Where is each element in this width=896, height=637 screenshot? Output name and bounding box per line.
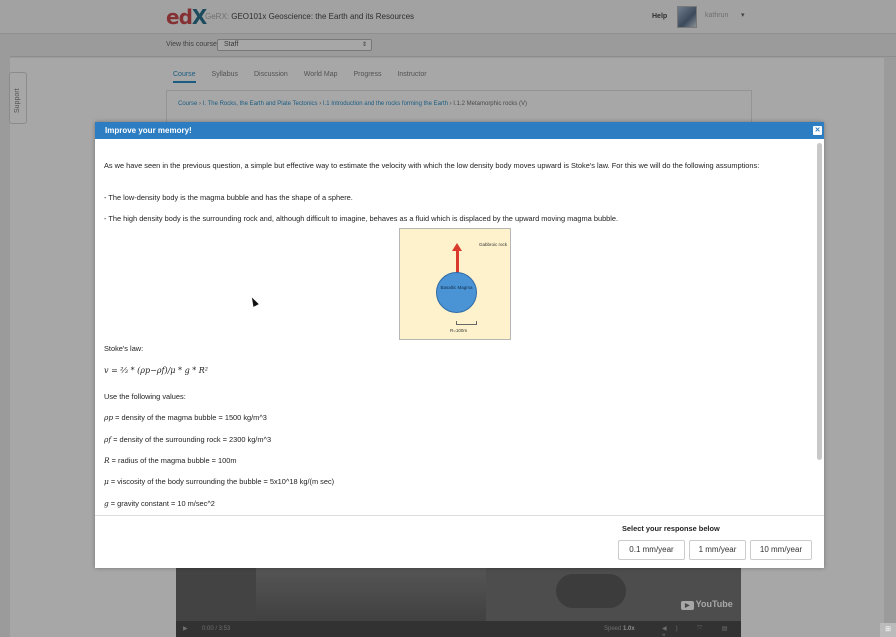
response-button-10-mm[interactable]: 10 mm/year <box>750 540 812 560</box>
intro-paragraph: As we have seen in the previous question… <box>104 161 760 170</box>
dialog-header: Improve your memory! ✕ <box>95 122 824 139</box>
response-divider <box>95 515 824 516</box>
values-label: Use the following values: <box>104 392 186 401</box>
response-button-0-1-mm[interactable]: 0.1 mm/year <box>618 540 685 560</box>
value-viscosity: μ = viscosity of the body surrounding th… <box>104 477 335 486</box>
value-gravity: g = gravity constant = 10 m/sec^2 <box>104 499 215 508</box>
basaltic-magma-label: Basaltic Magma <box>440 285 473 290</box>
magma-bubble <box>436 272 477 313</box>
stokes-law-label: Stoke's law: <box>104 344 144 353</box>
close-icon[interactable]: ✕ <box>813 126 822 135</box>
gabbroic-rock-label: Gabbroic rock <box>479 242 508 247</box>
response-button-1-mm[interactable]: 1 mm/year <box>689 540 746 560</box>
dialog-title: Improve your memory! <box>105 126 192 135</box>
grid-icon[interactable]: ⊞ <box>880 623 896 637</box>
value-rho-f: ρf = density of the surrounding rock = 2… <box>104 435 272 444</box>
improve-memory-dialog: Improve your memory! ✕ As we have seen i… <box>95 122 824 568</box>
magma-bubble-diagram: Gabbroic rock Basaltic Magma R=100m <box>399 228 511 340</box>
radius-marker <box>456 321 477 325</box>
assumption-2: - The high density body is the surroundi… <box>104 214 619 223</box>
value-rho-p: ρp = density of the magma bubble = 1500 … <box>104 413 267 422</box>
radius-label: R=100m <box>450 328 468 333</box>
value-radius: R = radius of the magma bubble = 100m <box>104 456 237 465</box>
response-prompt: Select your response below <box>622 524 720 533</box>
stokes-formula: v = ⅔ * (ρp−ρf)/μ * g * R² <box>104 366 208 375</box>
assumption-1: - The low-density body is the magma bubb… <box>104 193 353 202</box>
dialog-scrollbar[interactable] <box>817 143 822 460</box>
